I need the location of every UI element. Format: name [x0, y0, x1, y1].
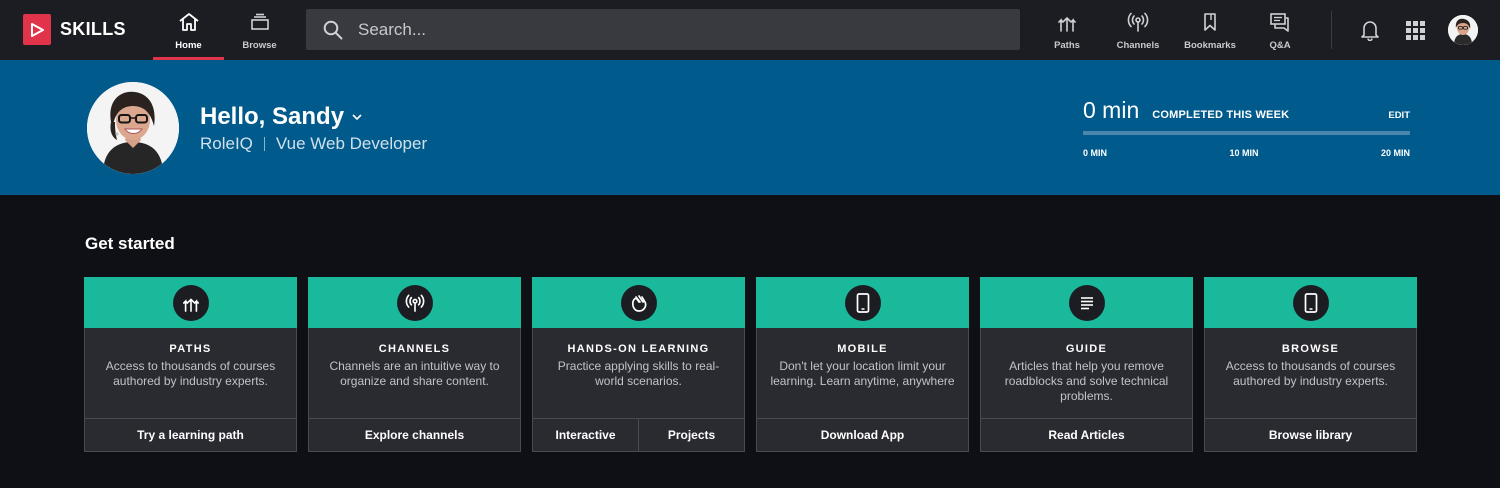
minutes-completed: 0 min: [1083, 97, 1140, 123]
profile-banner: Hello, Sandy RoleIQ Vue Web Developer 0 …: [0, 60, 1500, 195]
card-header: [1204, 277, 1417, 328]
nav-paths-label: Paths: [1054, 40, 1080, 51]
card-title: BROWSE: [1281, 343, 1340, 355]
hands-on-icon: [620, 284, 657, 321]
card-title: HANDS-ON LEARNING: [567, 343, 710, 355]
card-footer: Download App: [757, 418, 968, 451]
role-separator: [263, 137, 265, 151]
search-input[interactable]: [358, 9, 1020, 50]
mobile-icon: [844, 284, 881, 321]
card-mobile: MOBILE Don't let your location limit you…: [756, 277, 969, 452]
home-icon: [178, 11, 200, 33]
card-description: Access to thousands of courses authored …: [105, 359, 276, 388]
card-title: CHANNELS: [378, 343, 451, 355]
nav-divider: [1331, 11, 1332, 49]
mobile-icon: [1292, 284, 1329, 321]
explore-channels-button[interactable]: Explore channels: [309, 419, 520, 451]
bell-icon[interactable]: [1358, 18, 1382, 42]
card-header: [84, 277, 297, 328]
nav-bookmarks[interactable]: Bookmarks: [1180, 0, 1240, 60]
tab-browse[interactable]: Browse: [228, 0, 291, 60]
browse-icon: [250, 11, 270, 33]
nav-qa-label: Q&A: [1269, 40, 1291, 51]
paths-icon: [1056, 11, 1078, 33]
weekly-progress: 0 min COMPLETED THIS WEEK EDIT 0 MIN 10 …: [1083, 97, 1410, 158]
profile-avatar[interactable]: [87, 82, 179, 174]
progress-track: [1083, 131, 1410, 135]
apps-grid-icon[interactable]: [1403, 18, 1427, 42]
projects-button[interactable]: Projects: [638, 419, 744, 451]
tab-browse-label: Browse: [242, 40, 277, 51]
card-description: Practice applying skills to real-world s…: [557, 359, 720, 388]
paths-icon: [172, 284, 209, 321]
edit-goal-button[interactable]: EDIT: [1388, 110, 1410, 121]
user-avatar[interactable]: [1448, 15, 1478, 45]
tick-10: 10 MIN: [1229, 148, 1259, 158]
search-bar[interactable]: [306, 9, 1020, 50]
browse-library-button[interactable]: Browse library: [1205, 419, 1416, 451]
tab-home-label: Home: [175, 40, 202, 51]
card-footer: Read Articles: [981, 418, 1192, 451]
chevron-down-icon: [352, 113, 362, 121]
card-paths: PATHS Access to thousands of courses aut…: [84, 277, 297, 452]
bookmark-icon: [1201, 11, 1219, 33]
card-title: GUIDE: [1065, 343, 1108, 355]
interactive-button[interactable]: Interactive: [533, 419, 638, 451]
card-title: MOBILE: [837, 343, 888, 355]
play-logo-icon: [23, 14, 51, 45]
card-description: Access to thousands of courses authored …: [1225, 359, 1396, 388]
card-footer: Browse library: [1205, 418, 1416, 451]
try-learning-path-button[interactable]: Try a learning path: [85, 419, 296, 451]
channels-icon: [1127, 11, 1149, 33]
card-footer: Interactive Projects: [533, 418, 744, 451]
channels-icon: [396, 284, 433, 321]
card-header: [532, 277, 745, 328]
tick-0: 0 MIN: [1083, 148, 1108, 158]
read-articles-button[interactable]: Read Articles: [981, 419, 1192, 451]
nav-channels-label: Channels: [1116, 40, 1160, 51]
greeting-text: Hello, Sandy: [200, 103, 345, 130]
card-guide: GUIDE Articles that help you remove road…: [980, 277, 1193, 452]
role-line: RoleIQ Vue Web Developer: [200, 134, 427, 154]
greeting-dropdown[interactable]: Hello, Sandy: [200, 103, 362, 131]
logo[interactable]: SKILLS: [23, 14, 126, 45]
card-description: Don't let your location limit your learn…: [770, 359, 955, 388]
search-icon: [322, 19, 344, 41]
card-title: PATHS: [169, 343, 212, 355]
tick-20: 20 MIN: [1380, 148, 1410, 158]
card-header: [756, 277, 969, 328]
get-started-cards: PATHS Access to thousands of courses aut…: [84, 277, 1417, 452]
card-header: [980, 277, 1193, 328]
nav-channels[interactable]: Channels: [1112, 0, 1164, 60]
download-app-button[interactable]: Download App: [757, 419, 968, 451]
nav-paths[interactable]: Paths: [1049, 0, 1085, 60]
card-description: Articles that help you remove roadblocks…: [1004, 359, 1169, 403]
nav-bookmarks-label: Bookmarks: [1184, 40, 1236, 51]
completed-label: COMPLETED THIS WEEK: [1152, 109, 1290, 121]
card-footer: Explore channels: [309, 418, 520, 451]
tab-home[interactable]: Home: [153, 0, 224, 60]
card-header: [308, 277, 521, 328]
card-footer: Try a learning path: [85, 418, 296, 451]
brand-name: SKILLS: [60, 19, 126, 39]
card-browse: BROWSE Access to thousands of courses au…: [1204, 277, 1417, 452]
guide-icon: [1068, 284, 1105, 321]
role-name[interactable]: Vue Web Developer: [276, 134, 427, 154]
card-channels: CHANNELS Channels are an intuitive way t…: [308, 277, 521, 452]
get-started-heading: Get started: [85, 234, 175, 253]
top-nav: SKILLS Home Browse Paths Channels: [0, 0, 1500, 60]
roleiq-label[interactable]: RoleIQ: [200, 134, 253, 154]
nav-qa[interactable]: Q&A: [1266, 0, 1294, 60]
card-hands-on-learning: HANDS-ON LEARNING Practice applying skil…: [532, 277, 745, 452]
card-description: Channels are an intuitive way to organiz…: [329, 359, 500, 388]
qa-icon: [1269, 11, 1291, 33]
